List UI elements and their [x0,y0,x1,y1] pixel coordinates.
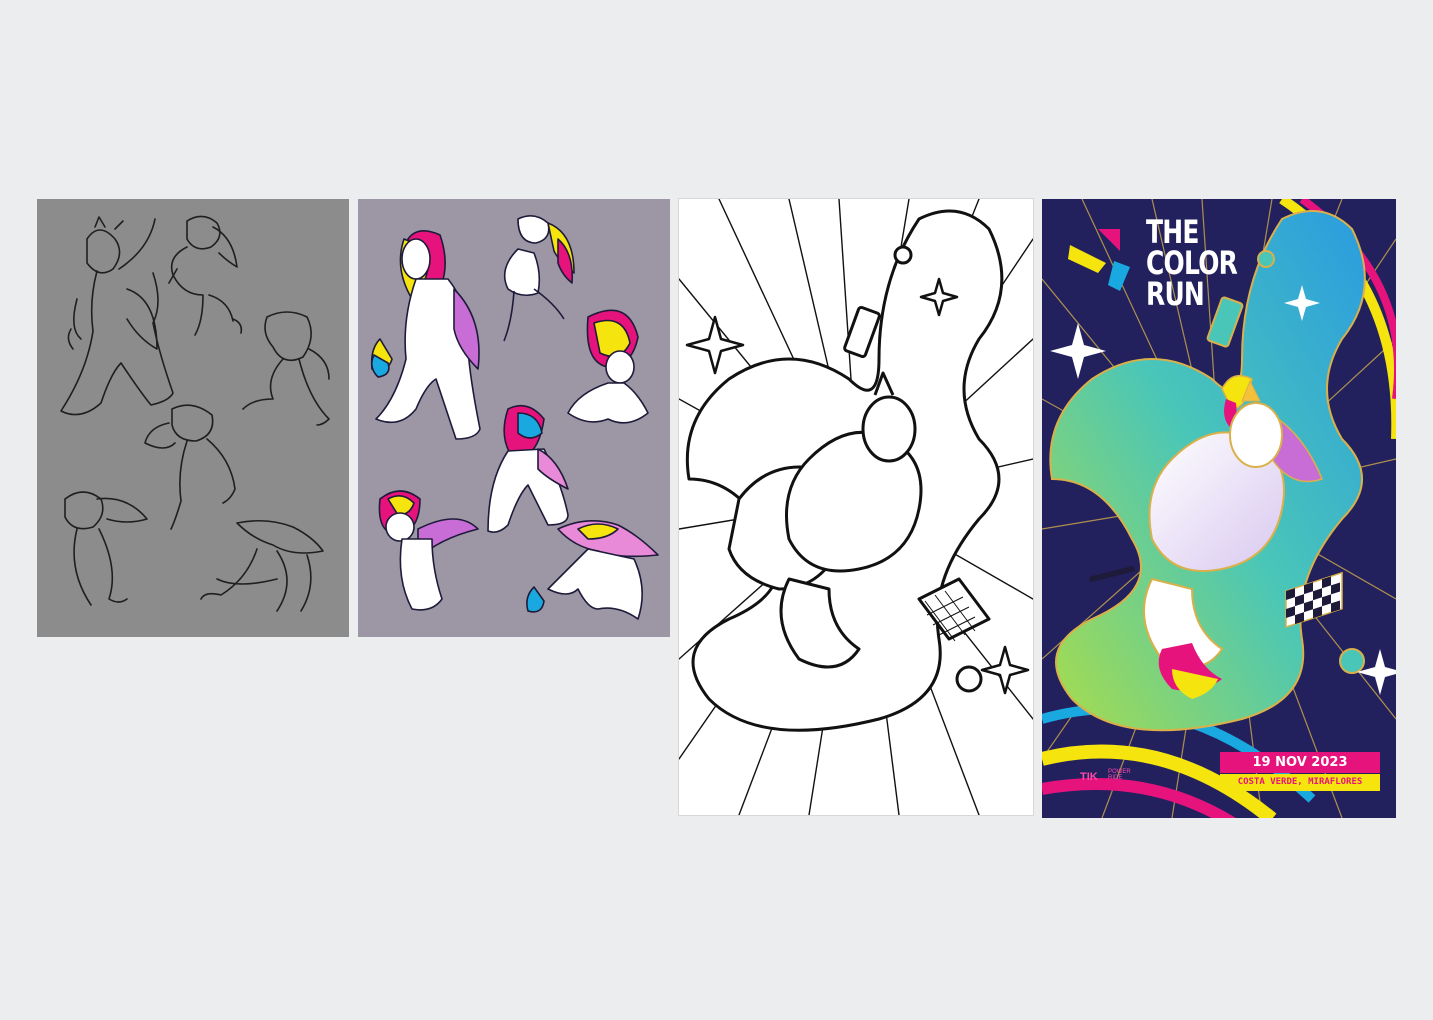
sponsor-name: POWER RIDE [1108,769,1131,781]
event-location: COSTA VERDE, MIRAFLORES [1220,774,1380,791]
color-drawing [370,215,659,620]
lineart-poster [679,199,1033,815]
color-run-logo-mark [1068,229,1130,291]
sketch-drawing [60,215,330,612]
final-poster: THE COLOR RUN 19 NOV 2023 COSTA VERDE, M… [1042,199,1396,818]
poster-title-line-3: RUN [1146,275,1205,313]
event-date: 19 NOV 2023 [1220,752,1380,773]
poster-title: THE COLOR RUN [1146,216,1238,313]
lineart-drawing [679,199,1033,815]
sketch-sheet [37,199,349,637]
color-sheet [358,199,670,637]
sponsor-logo: TIK [1080,771,1098,783]
